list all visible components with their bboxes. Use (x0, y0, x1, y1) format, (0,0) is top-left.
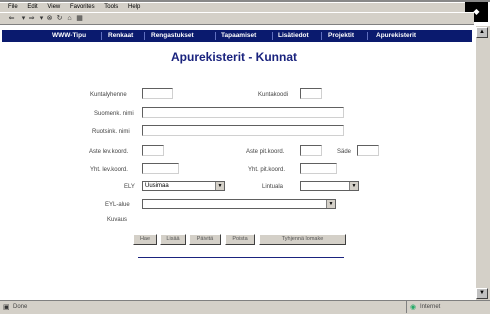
menu-edit[interactable]: Edit (27, 3, 37, 12)
nav-separator (272, 32, 273, 40)
dropdown-icon[interactable]: ▾ (38, 15, 45, 22)
refresh-icon[interactable]: ↻ (56, 15, 63, 22)
chevron-down-icon[interactable]: ▼ (349, 182, 358, 190)
sade-label: Säde (337, 149, 352, 155)
yht-pit-koord-field[interactable] (300, 163, 337, 174)
aste-pit-koord-label: Aste pit.koord. (246, 149, 285, 155)
ruotsi-nimi-field[interactable] (142, 125, 344, 136)
menu-view[interactable]: View (47, 3, 60, 12)
nav-lisatiedot[interactable]: Lisätiedot (278, 30, 309, 42)
suomi-nimi-field[interactable] (142, 107, 344, 118)
status-text: Done (13, 304, 28, 310)
tyhjenna-lomake-button[interactable]: Tyhjennä lomake (259, 234, 346, 245)
zone-text: Internet (420, 304, 441, 310)
lintuala-select[interactable]: ▼ (300, 181, 359, 191)
chevron-down-icon[interactable]: ▼ (215, 182, 224, 190)
aste-pit-koord-field[interactable] (300, 145, 322, 156)
status-bar (0, 300, 490, 314)
ruotsi-nimi-label: Ruotsink. nimi (92, 129, 130, 135)
aste-lev-koord-label: Aste lev.koord. (89, 149, 129, 155)
menu-tools[interactable]: Tools (104, 3, 118, 12)
stop-icon[interactable]: ⊗ (46, 15, 53, 22)
nav-separator (367, 32, 368, 40)
lisaa-button[interactable]: Lisää (160, 234, 186, 245)
chevron-down-icon[interactable]: ▼ (326, 200, 335, 208)
menu-favorites[interactable]: Favorites (70, 3, 95, 12)
nav-tapaamiset[interactable]: Tapaamiset (221, 30, 256, 42)
nav-separator (215, 32, 216, 40)
kuntalyhenne-field[interactable] (142, 88, 173, 99)
page-icon: ▣ (3, 304, 10, 311)
lintuala-label: Lintuala (262, 184, 284, 190)
menu-help[interactable]: Help (128, 3, 140, 12)
status-divider (406, 301, 407, 313)
eyl-alue-select[interactable]: ▼ (142, 199, 336, 209)
kuntalyhenne-label: Kuntalyhenne (90, 92, 127, 98)
ely-select[interactable]: Uusimaa ▼ (142, 181, 225, 191)
home-icon[interactable]: ⌂ (66, 15, 73, 22)
page-title: Apurekisterit - Kunnat (171, 50, 298, 64)
title-bar (0, 0, 490, 2)
nav-rengastukset[interactable]: Rengastukset (151, 30, 194, 42)
kuntakoodi-field[interactable] (300, 88, 322, 99)
eyl-alue-label: EYL-alue (105, 202, 130, 208)
history-icon[interactable]: ▦ (76, 15, 83, 22)
nav-separator (101, 32, 102, 40)
ely-select-value: Uusimaa (145, 183, 169, 189)
nav-separator (321, 32, 322, 40)
paivita-button[interactable]: Päivitä (189, 234, 221, 245)
back-icon[interactable]: ⇐ (8, 15, 15, 22)
sade-field[interactable] (357, 145, 379, 156)
ely-label: ELY (124, 184, 135, 190)
aste-lev-koord-field[interactable] (142, 145, 164, 156)
forward-icon[interactable]: ⇒ (28, 15, 35, 22)
menu-bar: File Edit View Favorites Tools Help (0, 3, 474, 12)
scroll-up-button[interactable]: ▲ (476, 27, 488, 38)
globe-icon: ◉ (410, 304, 417, 311)
yht-pit-koord-label: Yht. pit.koord. (248, 167, 286, 173)
nav-apurekisterit[interactable]: Apurekisterit (376, 30, 416, 42)
scrollbar[interactable] (475, 26, 490, 300)
poista-button[interactable]: Poista (225, 234, 255, 245)
nav-separator (144, 32, 145, 40)
menu-file[interactable]: File (8, 3, 18, 12)
yht-lev-koord-label: Yht. lev.koord. (90, 167, 128, 173)
suomi-nimi-label: Suomenk. nimi (94, 111, 134, 117)
scroll-down-button[interactable]: ▼ (476, 288, 488, 299)
yht-lev-koord-field[interactable] (142, 163, 179, 174)
nav-www-tipu[interactable]: WWW-Tipu (52, 30, 86, 42)
kuntakoodi-label: Kuntakoodi (258, 92, 289, 98)
dropdown-icon[interactable]: ▾ (20, 15, 27, 22)
nav-projektit[interactable]: Projektit (328, 30, 354, 42)
nav-renkaat[interactable]: Renkaat (108, 30, 133, 42)
divider (138, 257, 344, 258)
hae-button[interactable]: Hae (133, 234, 157, 245)
kuvaus-label: Kuvaus (107, 217, 128, 223)
